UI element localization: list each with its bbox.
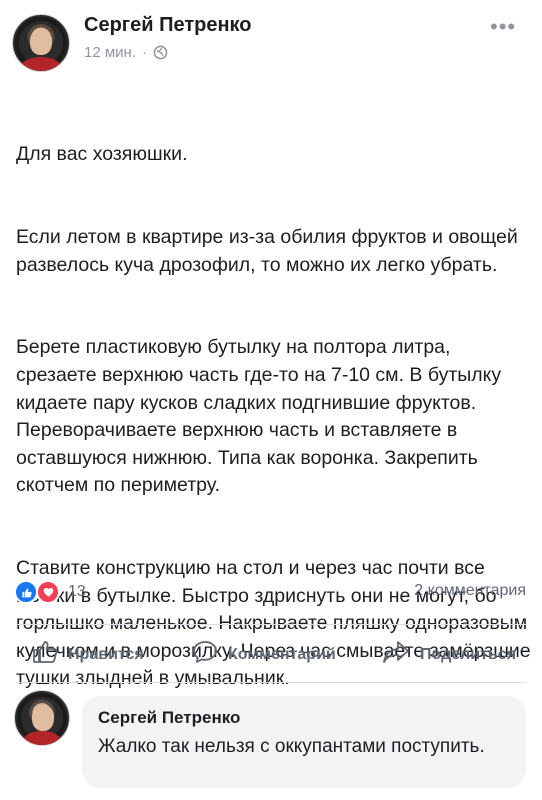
comment-button[interactable]: Комментарий <box>192 640 336 669</box>
meta-separator: · <box>142 44 147 61</box>
post-actions-bar: Нравится Комментарий Поделиться <box>0 636 542 676</box>
like-reaction-icon <box>14 580 38 604</box>
comment-author[interactable]: Сергей Петренко <box>98 708 240 728</box>
post-header: Сергей Петренко 12 мин. · ••• <box>0 0 542 80</box>
author-name[interactable]: Сергей Петренко <box>84 14 252 37</box>
like-label: Нравится <box>68 645 144 663</box>
avatar-face <box>32 705 54 731</box>
commenter-avatar[interactable] <box>14 690 70 746</box>
reactions-summary[interactable]: 13 <box>14 580 86 604</box>
post-body: Для вас хозяюшки. Если летом в квартире … <box>16 86 532 721</box>
post-meta: 12 мин. · <box>84 44 168 61</box>
globe-icon <box>153 45 168 60</box>
author-avatar[interactable] <box>12 14 70 72</box>
share-arrow-icon <box>382 640 410 669</box>
post-paragraph-3: Берете пластиковую бутылку на полтора ли… <box>16 336 507 497</box>
comments-count-link[interactable]: 2 комментария <box>414 582 526 600</box>
comment-label: Комментарий <box>228 645 336 663</box>
more-options-icon[interactable]: ••• <box>490 14 516 40</box>
post-paragraph-2: Если летом в квартире из-за обилия фрукт… <box>16 225 524 276</box>
reactions-count: 13 <box>68 583 86 600</box>
post-time[interactable]: 12 мин. <box>84 44 136 61</box>
love-reaction-icon <box>36 580 60 604</box>
thumbs-up-icon <box>32 640 58 669</box>
avatar-shirt <box>21 57 61 71</box>
speech-bubble-icon <box>192 640 218 669</box>
share-button[interactable]: Поделиться <box>382 640 516 669</box>
share-label: Поделиться <box>420 645 517 663</box>
avatar-face <box>30 29 52 55</box>
like-button[interactable]: Нравится <box>32 640 144 669</box>
post-paragraph-1: Для вас хозяюшки. <box>16 143 188 166</box>
comment-text: Жалко так нельзя с оккупантами поступить… <box>98 736 485 757</box>
comment-bubble: Сергей Петренко Жалко так нельзя с оккуп… <box>82 696 526 788</box>
avatar-shirt <box>23 731 61 745</box>
divider <box>16 624 526 625</box>
divider <box>16 682 526 683</box>
